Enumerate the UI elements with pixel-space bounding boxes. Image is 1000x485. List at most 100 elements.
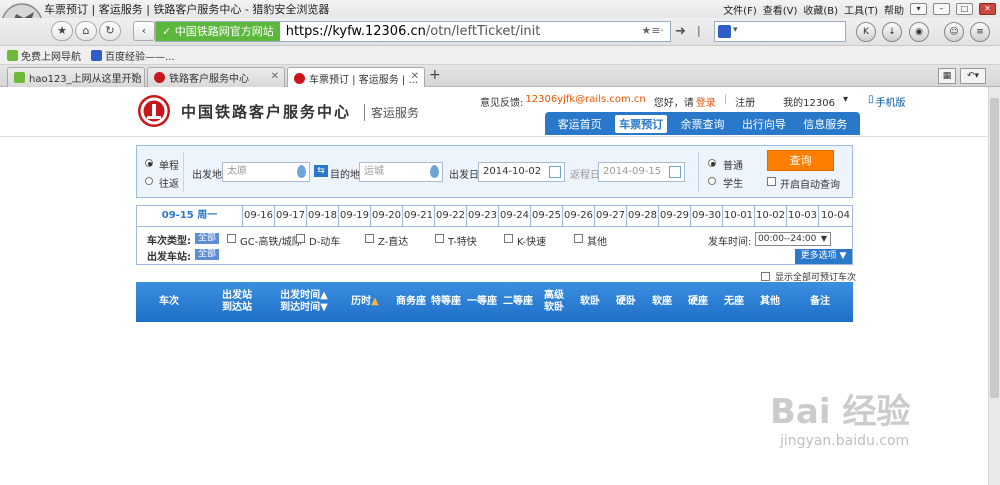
undo-close-icon[interactable]: ↶▾	[960, 68, 986, 84]
date-tab[interactable]: 09-24	[498, 206, 530, 226]
type-checkbox[interactable]	[227, 234, 236, 243]
nav-ticket-booking[interactable]: 车票预订	[615, 114, 668, 133]
refresh-button[interactable]: ↻	[99, 21, 121, 41]
chevron-down-icon: ▼	[839, 251, 847, 261]
nav-home[interactable]: 客运首页	[554, 115, 606, 133]
close-tab-icon[interactable]: ✕	[411, 71, 419, 82]
col-times[interactable]: 出发时间▲ 到达时间▼	[272, 282, 336, 322]
to-station-input[interactable]: 运城	[359, 162, 443, 182]
date-tab[interactable]: 10-04	[818, 206, 852, 226]
my12306-link[interactable]: 我的12306	[783, 94, 835, 109]
type-checkbox[interactable]	[504, 234, 513, 243]
calendar-icon[interactable]	[549, 166, 561, 178]
search-button[interactable]: 查询	[767, 150, 834, 171]
from-station-input[interactable]: 太原	[222, 162, 310, 182]
col-stations[interactable]: 出发站 到达站	[202, 282, 272, 322]
type-checkbox[interactable]	[365, 234, 374, 243]
menu-icon[interactable]: ≡	[970, 22, 990, 42]
chevron-down-icon[interactable]: ▾	[733, 25, 738, 35]
type-checkbox[interactable]	[574, 234, 583, 243]
download-icon[interactable]: ↓	[882, 22, 902, 42]
face-icon[interactable]: ☺	[944, 22, 964, 42]
favorite-star-button[interactable]: ★	[51, 21, 73, 41]
menu-file[interactable]: 文件(F)	[723, 2, 757, 17]
nav-ticket-query[interactable]: 余票查询	[676, 115, 728, 133]
tab-railway-center[interactable]: 铁路客户服务中心 ✕	[147, 67, 285, 87]
date-tab[interactable]: 09-20	[370, 206, 402, 226]
depart-date-input[interactable]: 2014-10-02	[478, 162, 565, 182]
swap-stations-icon[interactable]: ⇆	[314, 165, 328, 177]
date-tab[interactable]: 09-25	[530, 206, 562, 226]
chevron-down-icon[interactable]: ▾	[843, 94, 848, 109]
register-link[interactable]: 注册	[735, 94, 755, 109]
favorite-item[interactable]: 免费上网导航	[7, 48, 81, 63]
close-tab-icon[interactable]: ✕	[271, 71, 279, 82]
feedback-email-link[interactable]: 12306yjfk@rails.com.cn	[525, 94, 645, 109]
home-button[interactable]: ⌂	[75, 21, 97, 41]
date-tab[interactable]: 09-17	[274, 206, 306, 226]
roundtrip-label: 往返	[159, 179, 179, 190]
more-options-button[interactable]: 更多选项 ▼	[795, 249, 852, 264]
return-date-input[interactable]: 2014-09-15	[598, 162, 685, 182]
mobile-link[interactable]: 手机版	[876, 94, 906, 109]
separator-icon: |	[697, 24, 701, 37]
col-duration[interactable]: 历时▲	[336, 282, 394, 322]
date-tab[interactable]: 09-19	[338, 206, 370, 226]
date-tab[interactable]: 09-15 周一	[137, 206, 242, 226]
game-icon[interactable]: ◉	[909, 22, 929, 42]
calendar-icon[interactable]	[669, 166, 681, 178]
close-tab-icon[interactable]: ✕	[131, 71, 139, 82]
date-tab[interactable]: 09-18	[306, 206, 338, 226]
date-tab[interactable]: 09-21	[402, 206, 434, 226]
menu-view[interactable]: 查看(V)	[763, 2, 798, 17]
k-button-icon[interactable]: K	[856, 22, 876, 42]
date-tab[interactable]: 10-01	[722, 206, 754, 226]
maximize-button[interactable]: □	[956, 3, 973, 15]
skin-icon[interactable]: ▾	[910, 3, 927, 15]
address-bar[interactable]: ✓ 中国铁路网官方网站 https://kyfw.12306.cn/otn/le…	[155, 21, 671, 42]
minimize-button[interactable]: –	[933, 3, 950, 15]
date-tab[interactable]: 10-03	[786, 206, 818, 226]
navigation-bar: ★ ⌂ ↻ ‹ ✓ 中国铁路网官方网站 https://kyfw.12306.c…	[0, 18, 1000, 46]
scrollbar-thumb[interactable]	[990, 98, 999, 398]
date-tab[interactable]: 09-29	[658, 206, 690, 226]
grid-icon[interactable]: ▦	[938, 68, 956, 84]
date-tab[interactable]: 09-23	[466, 206, 498, 226]
all-stations-tag[interactable]: 全部	[195, 249, 220, 260]
depart-time-select[interactable]: 00:00--24:00 ▼	[755, 232, 831, 246]
favorite-item[interactable]: 百度经验——...	[91, 48, 175, 63]
close-window-button[interactable]: ✕	[979, 3, 996, 15]
student-ticket-radio[interactable]	[708, 177, 716, 185]
col-train-no[interactable]: 车次	[136, 282, 202, 322]
type-checkbox[interactable]	[435, 234, 444, 243]
menu-help[interactable]: 帮助	[884, 2, 904, 17]
tab-hao123[interactable]: hao123_上网从这里开始 ✕	[7, 67, 145, 87]
menu-favorites[interactable]: 收藏(B)	[803, 2, 838, 17]
auto-query-checkbox[interactable]	[767, 177, 776, 186]
new-tab-button[interactable]: +	[429, 67, 441, 83]
go-arrow-icon[interactable]: ➜	[675, 24, 686, 39]
oneway-radio[interactable]	[145, 159, 153, 167]
bookmark-star-icon[interactable]: ★≡·	[641, 24, 664, 37]
search-engine-box[interactable]: ▾	[714, 21, 846, 42]
all-types-tag[interactable]: 全部	[195, 233, 220, 244]
date-tab[interactable]: 09-26	[562, 206, 594, 226]
nav-travel-guide[interactable]: 出行向导	[738, 115, 790, 133]
date-tab[interactable]: 09-16	[242, 206, 274, 226]
type-checkbox[interactable]	[296, 234, 305, 243]
date-tab[interactable]: 09-27	[594, 206, 626, 226]
login-link[interactable]: 登录	[696, 94, 716, 109]
menu-tools[interactable]: 工具(T)	[844, 2, 878, 17]
col-premium-sleeper: 高级 软卧	[544, 290, 564, 313]
roundtrip-radio[interactable]	[145, 177, 153, 185]
station-label: 出发车站:	[147, 252, 191, 263]
date-tab[interactable]: 10-02	[754, 206, 786, 226]
normal-ticket-radio[interactable]	[708, 159, 716, 167]
date-tab[interactable]: 09-30	[690, 206, 722, 226]
date-tab[interactable]: 09-28	[626, 206, 658, 226]
tab-ticket-booking[interactable]: 车票预订 | 客运服务 | ... ✕	[287, 67, 425, 88]
back-button[interactable]: ‹	[133, 21, 155, 41]
show-all-checkbox[interactable]	[761, 272, 770, 281]
nav-info-service[interactable]: 信息服务	[799, 115, 851, 133]
date-tab[interactable]: 09-22	[434, 206, 466, 226]
